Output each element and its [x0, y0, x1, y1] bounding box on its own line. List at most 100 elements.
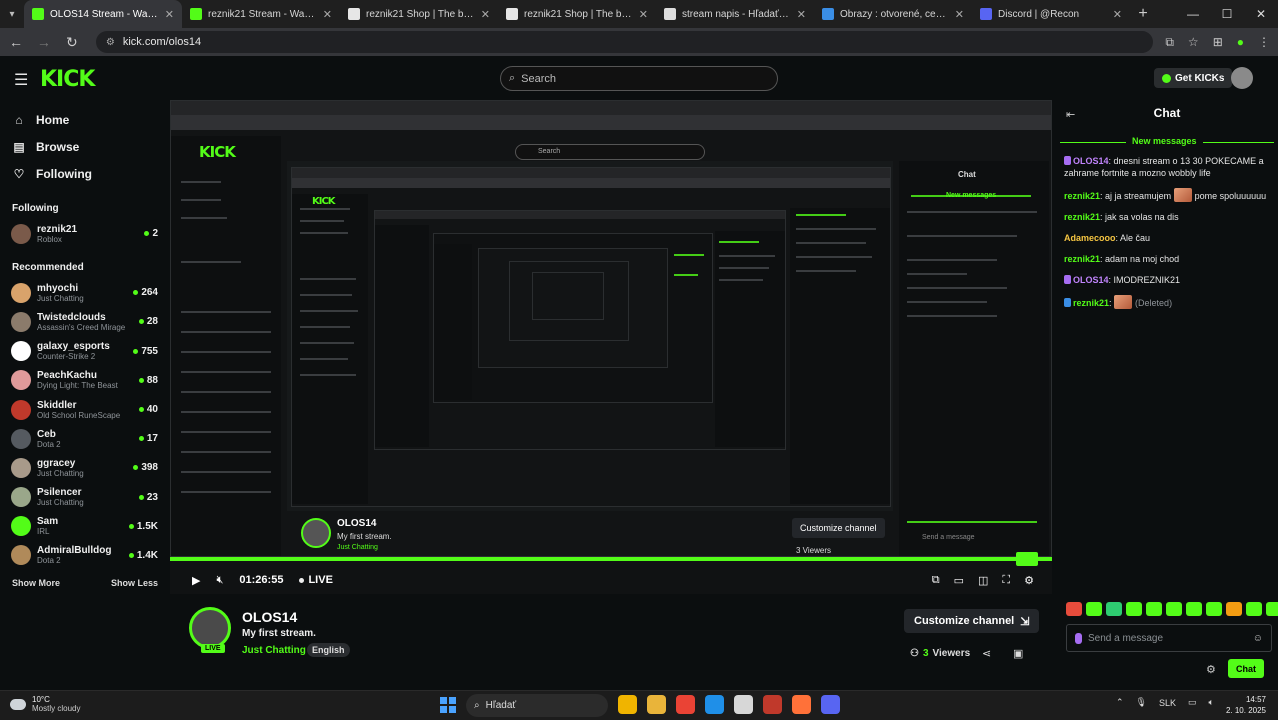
stream-category[interactable]: Just Chatting	[242, 645, 306, 656]
emoji-icon[interactable]: ☺	[1253, 633, 1263, 644]
chat-username[interactable]: reznik21	[1064, 212, 1100, 222]
new-tab-button[interactable]: +	[1130, 5, 1156, 23]
tab-close-icon[interactable]: ✕	[165, 8, 174, 21]
channel-item[interactable]: Twistedclouds Assassin's Creed Mirage 28	[0, 307, 170, 336]
channel-item[interactable]: PeachKachu Dying Light: The Beast 88	[0, 366, 170, 395]
chat-message[interactable]: OLOS14: dnesni stream o 13 30 POKECAME a…	[1064, 155, 1274, 179]
menu-icon[interactable]: ☰	[14, 70, 28, 90]
tab-close-icon[interactable]: ✕	[481, 8, 490, 21]
chat-message[interactable]: reznik21: (Deleted)	[1064, 295, 1274, 309]
chat-settings-icon[interactable]: ⚙	[1206, 663, 1216, 676]
pip-icon[interactable]: ◫	[978, 574, 988, 587]
browser-tab[interactable]: stream napis - Hľadať Googlom ✕	[656, 0, 814, 28]
language-tag[interactable]: English	[307, 643, 350, 657]
extensions-icon[interactable]: ⊞	[1213, 35, 1223, 50]
browser-tab[interactable]: OLOS14 Stream - Watch Live o ✕	[24, 0, 182, 28]
user-avatar[interactable]	[1231, 67, 1253, 89]
play-icon[interactable]: ▶	[192, 574, 200, 587]
chat-username[interactable]: OLOS14	[1073, 275, 1109, 285]
show-more-button[interactable]: Show More	[12, 578, 60, 588]
fullscreen-icon[interactable]: ⛶	[1002, 574, 1010, 587]
chat-message[interactable]: reznik21: jak sa volas na dis	[1064, 211, 1274, 223]
customize-channel-button[interactable]: Customize channel ⇲	[904, 609, 1040, 633]
profile-icon[interactable]: ●	[1237, 35, 1244, 50]
weather-widget[interactable]: 10°C Mostly cloudy	[10, 695, 80, 713]
clock[interactable]: 14:57 2. 10. 2025	[1226, 694, 1266, 716]
language-indicator[interactable]: SLK	[1159, 698, 1176, 708]
tab-close-icon[interactable]: ✕	[955, 8, 964, 21]
theater-mode-icon[interactable]: ▭	[954, 574, 964, 587]
chat-username[interactable]: reznik21	[1064, 254, 1100, 264]
emote-icon[interactable]	[1206, 602, 1222, 616]
emote-icon[interactable]	[1166, 602, 1182, 616]
clip-icon[interactable]: ⧉	[932, 574, 940, 587]
volume-icon[interactable]: 🔈︎	[1209, 697, 1214, 708]
taskbar-app-icon[interactable]	[792, 695, 811, 714]
tab-close-icon[interactable]: ✕	[797, 8, 806, 21]
taskbar-app-icon[interactable]	[821, 695, 840, 714]
emote-icon[interactable]	[1086, 602, 1102, 616]
share-icon[interactable]: ⋖	[982, 647, 991, 660]
taskbar-app-icon[interactable]	[618, 695, 637, 714]
tab-close-icon[interactable]: ✕	[1113, 8, 1122, 21]
emote-icon[interactable]	[1126, 602, 1142, 616]
taskbar-app-icon[interactable]	[676, 695, 695, 714]
browser-menu-icon[interactable]: ⋮	[1258, 35, 1270, 50]
channel-item[interactable]: Psilencer Just Chatting 23	[0, 483, 170, 512]
chat-username[interactable]: reznik21	[1073, 298, 1109, 308]
translate-icon[interactable]: ⧉	[1165, 35, 1174, 50]
channel-item[interactable]: ggracey Just Chatting 398	[0, 453, 170, 482]
tab-close-icon[interactable]: ✕	[639, 8, 648, 21]
emote-icon[interactable]	[1226, 602, 1242, 616]
maximize-icon[interactable]: ☐	[1210, 7, 1244, 21]
chat-username[interactable]: Adamecooo	[1064, 233, 1116, 243]
emote-icon[interactable]	[1066, 602, 1082, 616]
get-kicks-button[interactable]: Get KICKs	[1154, 68, 1233, 88]
emote-icon[interactable]	[1186, 602, 1202, 616]
taskbar-app-icon[interactable]	[763, 695, 782, 714]
gift-icon[interactable]: ▣	[1013, 647, 1023, 660]
chat-input[interactable]: Send a message ☺	[1066, 624, 1272, 652]
emote-icon[interactable]	[1106, 602, 1122, 616]
progress-bar[interactable]	[170, 552, 1052, 566]
tab-close-icon[interactable]: ✕	[323, 8, 332, 21]
taskbar-search[interactable]: ⌕ Hľadať	[466, 694, 608, 717]
taskbar-app-icon[interactable]	[734, 695, 753, 714]
channel-item[interactable]: Sam IRL 1.5K	[0, 512, 170, 541]
streamer-name[interactable]: OLOS14	[242, 609, 297, 625]
windows-start-icon[interactable]	[440, 697, 456, 713]
show-less-button[interactable]: Show Less	[111, 578, 158, 588]
browser-tab[interactable]: Obrazy : otvorené, cestné, Oblo ✕	[814, 0, 972, 28]
browser-tab[interactable]: Discord | @Recon ✕	[972, 0, 1130, 28]
channel-item[interactable]: reznik21 Roblox 2	[0, 219, 170, 248]
site-info-icon[interactable]: ⚙	[106, 37, 115, 48]
channel-item[interactable]: galaxy_esports Counter-Strike 2 755	[0, 337, 170, 366]
minimize-icon[interactable]: —	[1176, 7, 1210, 21]
progress-knob[interactable]	[1016, 552, 1038, 566]
chat-username[interactable]: reznik21	[1064, 191, 1100, 201]
chat-message[interactable]: Adamecooo: Ale čau	[1064, 232, 1274, 244]
chat-message[interactable]: OLOS14: IMODREZNIK21	[1064, 274, 1274, 286]
taskbar-app-icon[interactable]	[705, 695, 724, 714]
video-player[interactable]: KICK KICK Search Chat New messages Send …	[170, 100, 1052, 594]
close-window-icon[interactable]: ✕	[1244, 7, 1278, 21]
network-icon[interactable]: ▭	[1188, 697, 1197, 708]
kick-logo[interactable]: KICK	[40, 67, 95, 92]
tab-search-icon[interactable]: ▾	[0, 0, 24, 28]
reload-icon[interactable]: ↻	[64, 34, 80, 51]
forward-icon[interactable]: →	[36, 34, 52, 50]
emote-icon[interactable]	[1266, 602, 1278, 616]
channel-item[interactable]: Skiddler Old School RuneScape 40	[0, 395, 170, 424]
microphone-icon[interactable]: 🎙︎	[1136, 697, 1147, 708]
chat-message[interactable]: reznik21: aj ja streamujem pome spoluuuu…	[1064, 188, 1274, 202]
settings-icon[interactable]: ⚙	[1024, 574, 1034, 587]
chat-message[interactable]: reznik21: adam na moj chod	[1064, 253, 1274, 265]
nav-item-following[interactable]: ♡ Following	[0, 160, 170, 187]
search-input[interactable]: ⌕ Search	[500, 66, 778, 91]
nav-item-browse[interactable]: ▤ Browse	[0, 133, 170, 160]
bookmark-star-icon[interactable]: ☆	[1188, 35, 1199, 50]
browser-tab[interactable]: reznik21 Shop | The best Chat ✕	[498, 0, 656, 28]
emote-icon[interactable]	[1146, 602, 1162, 616]
new-messages-divider[interactable]: New messages	[1060, 136, 1274, 147]
streamer-avatar[interactable]	[189, 607, 231, 649]
